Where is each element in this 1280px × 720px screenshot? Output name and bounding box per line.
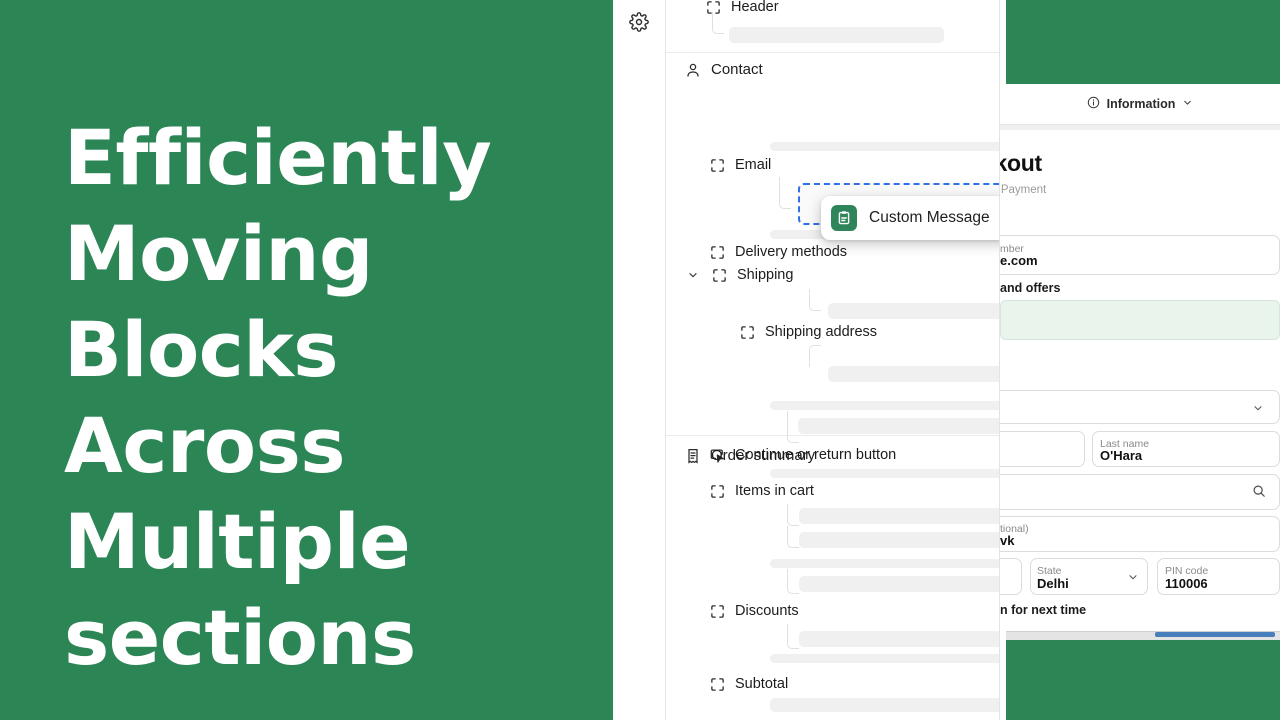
- city-field[interactable]: [1000, 558, 1022, 595]
- tree-section-header: Header: [666, 0, 999, 53]
- tree-node-label: Subtotal: [735, 676, 789, 692]
- skeleton-bar: [828, 303, 999, 319]
- chevron-down-icon[interactable]: [1182, 97, 1193, 111]
- tree-connector: [779, 177, 791, 209]
- first-name-field[interactable]: [1000, 431, 1085, 467]
- breadcrumb: › Payment: [1000, 184, 1046, 196]
- drag-chip-label: Custom Message: [869, 209, 990, 226]
- skeleton-bar: [770, 142, 999, 151]
- chevron-down-icon[interactable]: [1127, 570, 1139, 588]
- tree-node-delivery-methods[interactable]: Delivery methods: [666, 243, 847, 261]
- offers-label: and offers: [1000, 281, 1061, 295]
- search-icon[interactable]: [1252, 484, 1266, 503]
- clipboard-icon: [831, 205, 857, 231]
- gear-icon[interactable]: [625, 8, 653, 36]
- tree-node-shipping[interactable]: Shipping: [666, 266, 793, 284]
- address-search-field[interactable]: [1000, 474, 1280, 510]
- tree-connector: [809, 289, 821, 311]
- preview-divider: [1000, 124, 1280, 130]
- information-toggle[interactable]: Information: [1000, 84, 1280, 124]
- person-icon: [684, 61, 702, 79]
- information-label: Information: [1106, 97, 1176, 111]
- skeleton-bar: [828, 366, 999, 382]
- tree-section-order-summary: Order summary Items in cart Discounts Su…: [666, 436, 999, 720]
- preview-banner: [1006, 0, 1280, 84]
- skeleton-bar: [798, 418, 999, 434]
- tree-connector: [787, 526, 799, 548]
- block-icon: [738, 323, 756, 341]
- receipt-icon: [684, 447, 702, 465]
- tree-node-order-summary[interactable]: Order summary: [666, 445, 815, 467]
- page-title: Efficiently Moving Blocks Across Multipl…: [64, 113, 492, 682]
- preview-footer-banner: [1006, 640, 1280, 720]
- info-icon: [1087, 96, 1100, 112]
- settings-rail: [613, 0, 665, 720]
- skeleton-row: [666, 12, 999, 46]
- skeleton-bar: [799, 576, 999, 592]
- block-icon: [708, 243, 726, 261]
- tree-connector: [787, 504, 799, 526]
- tree-node-shipping-address[interactable]: Shipping address: [666, 323, 877, 341]
- tree-connector: [787, 569, 799, 594]
- state-value: Delhi: [1037, 576, 1069, 591]
- title-panel: Efficiently Moving Blocks Across Multipl…: [0, 0, 613, 720]
- tree-node-label: Discounts: [735, 603, 799, 619]
- tree-node-label: Order summary: [711, 447, 816, 464]
- promo-notice-box: [1000, 300, 1280, 340]
- skeleton-bar: [770, 698, 999, 712]
- tree-node-discounts[interactable]: Discounts: [666, 602, 799, 620]
- tree-node-label: Delivery methods: [735, 244, 848, 260]
- block-icon: [708, 602, 726, 620]
- editor-column: Header Contact Email Custom Message Deli…: [613, 0, 1000, 720]
- contact-field[interactable]: [1000, 235, 1280, 275]
- tree-connector: [787, 624, 799, 649]
- apartment-value: vk: [1000, 533, 1015, 548]
- block-icon: [708, 156, 726, 174]
- tree-connector: [809, 345, 821, 367]
- tree-node-label: Items in cart: [735, 483, 814, 499]
- block-icon: [710, 266, 728, 284]
- contact-field-value: e.com: [1000, 253, 1038, 268]
- block-tree-panel[interactable]: Header Contact Email Custom Message Deli…: [665, 0, 1000, 720]
- tree-section-contact: Contact Email Custom Message Delivery me…: [666, 53, 999, 463]
- skeleton-bar: [770, 469, 999, 478]
- tree-node-email[interactable]: Email: [666, 156, 771, 174]
- block-icon: [708, 482, 726, 500]
- checkout-preview-column[interactable]: Information ckout › Payment mber e.com a…: [1000, 0, 1280, 720]
- skeleton-bar: [799, 508, 999, 524]
- scrollbar-thumb[interactable]: [1155, 632, 1275, 637]
- chevron-down-icon[interactable]: [684, 266, 702, 284]
- chevron-down-icon[interactable]: [1252, 401, 1264, 419]
- skeleton-bar: [770, 654, 999, 663]
- skeleton-bar: [799, 532, 999, 548]
- skeleton-bar: [799, 631, 999, 647]
- country-select[interactable]: [1000, 390, 1280, 424]
- save-info-label: n for next time: [1000, 603, 1087, 617]
- checkout-heading: ckout: [1000, 150, 1042, 176]
- tree-node-label: Contact: [711, 61, 763, 78]
- breadcrumb-current: Payment: [1000, 184, 1047, 196]
- apartment-field[interactable]: [1000, 516, 1280, 552]
- screenshot-root: Efficiently Moving Blocks Across Multipl…: [0, 0, 1280, 720]
- tree-node-label: Email: [735, 157, 772, 173]
- tree-node-items-in-cart[interactable]: Items in cart: [666, 482, 814, 500]
- tree-node-subtotal[interactable]: Subtotal: [666, 675, 788, 693]
- tree-node-label: Header: [731, 0, 779, 14]
- tree-node-label: Shipping address: [765, 324, 878, 340]
- skeleton-bar: [770, 401, 999, 410]
- pin-code-value: 110006: [1165, 576, 1208, 591]
- tree-node-label: Shipping: [737, 267, 794, 283]
- drag-preview-chip[interactable]: Custom Message: [821, 196, 999, 240]
- skeleton-bar: [770, 559, 999, 568]
- block-icon: [708, 675, 726, 693]
- last-name-value: O'Hara: [1100, 448, 1143, 463]
- tree-node-contact[interactable]: Contact: [666, 53, 999, 87]
